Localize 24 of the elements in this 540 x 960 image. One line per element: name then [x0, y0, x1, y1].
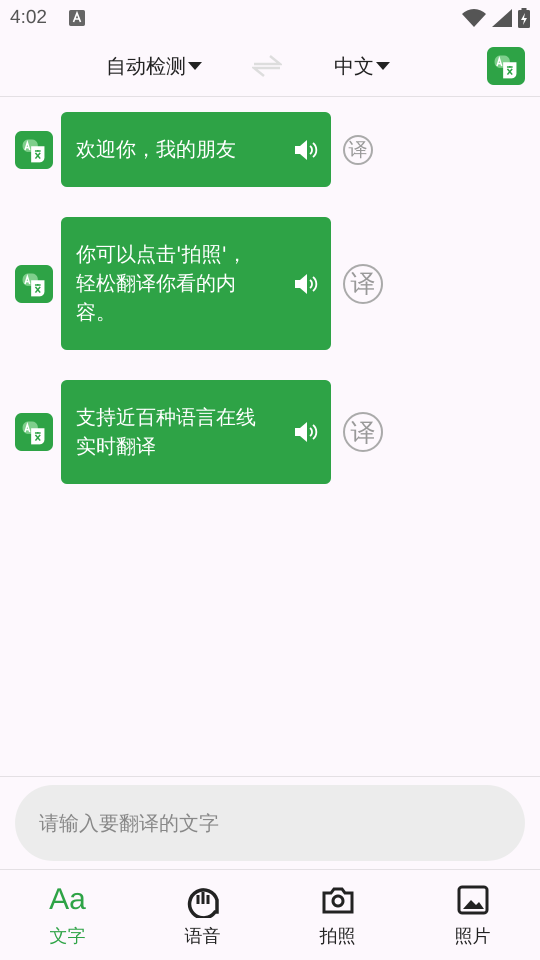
speaker-icon[interactable] — [293, 138, 319, 160]
notification-icon — [68, 10, 85, 26]
speaker-icon[interactable] — [293, 272, 319, 294]
translate-app-icon — [487, 47, 525, 85]
message-text: 你可以点击'拍照'，轻松翻译你看的内容。 — [76, 241, 248, 326]
speaker-icon[interactable] — [293, 421, 319, 443]
source-language-dropdown[interactable]: 自动检测 — [106, 52, 202, 80]
text-icon: Aa — [49, 882, 86, 918]
caret-icon — [376, 62, 390, 70]
message-text: 支持近百种语言在线实时翻译 — [76, 404, 257, 460]
nav-tab[interactable]: 照片 — [405, 870, 540, 960]
status-time: 4:02 — [10, 7, 47, 29]
battery-icon — [518, 8, 530, 28]
caret-icon — [188, 62, 202, 70]
translate-app-icon — [15, 413, 53, 451]
signal-icon — [492, 9, 512, 27]
nav-tab[interactable]: 拍照 — [270, 870, 405, 960]
input-field[interactable]: 请输入要翻译的文字 — [15, 785, 525, 861]
nav-tab[interactable]: 语音 — [135, 870, 270, 960]
translate-app-icon — [15, 264, 53, 302]
wifi-icon — [462, 9, 486, 27]
target-language-dropdown[interactable]: 中文 — [334, 52, 390, 80]
message-text: 欢迎你，我的朋友 — [76, 136, 237, 163]
translate-app-icon — [15, 130, 53, 168]
